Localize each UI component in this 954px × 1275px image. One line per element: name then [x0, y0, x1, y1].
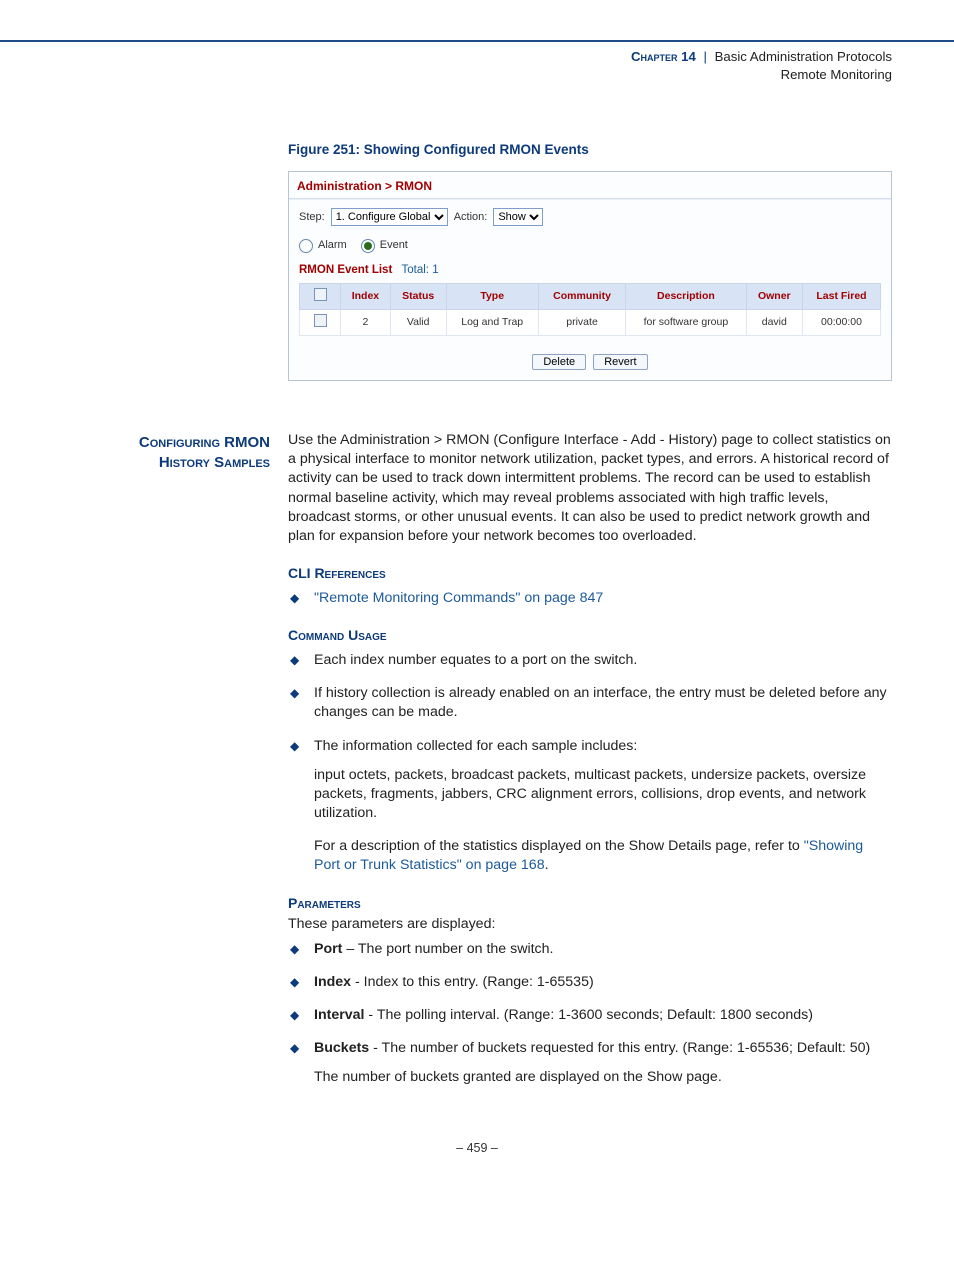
- param-interval-name: Interval: [314, 1007, 364, 1023]
- figure-caption: Figure 251: Showing Configured RMON Even…: [288, 141, 892, 159]
- event-label: Event: [380, 238, 408, 253]
- col-community: Community: [538, 283, 625, 309]
- list-item: Port – The port number on the switch.: [288, 940, 892, 959]
- param-index-desc: - Index to this entry. (Range: 1-65535): [351, 974, 594, 990]
- col-type: Type: [446, 283, 538, 309]
- side-heading-line1: Configuring RMON: [139, 434, 270, 451]
- page-footer: – 459 –: [62, 1140, 892, 1157]
- list-item: Buckets - The number of buckets requeste…: [288, 1039, 892, 1087]
- action-select[interactable]: Show: [493, 208, 543, 226]
- event-list-title: RMON Event List Total: 1: [289, 257, 891, 283]
- chapter-subtitle: Remote Monitoring: [781, 67, 892, 82]
- params-heading: Parameters: [288, 894, 892, 913]
- cell-index: 2: [341, 309, 391, 335]
- button-bar: Delete Revert: [289, 346, 891, 380]
- chapter-label: Chapter 14: [631, 49, 696, 64]
- param-port-desc: – The port number on the switch.: [342, 941, 553, 957]
- step-select[interactable]: 1. Configure Global: [331, 208, 448, 226]
- side-heading: Configuring RMON History Samples: [62, 431, 270, 1101]
- separator: |: [700, 49, 711, 64]
- ref-tail: .: [545, 857, 549, 873]
- list-item: The information collected for each sampl…: [288, 737, 892, 876]
- action-label: Action:: [454, 210, 488, 225]
- step-action-row: Step: 1. Configure Global Action: Show: [289, 204, 891, 230]
- cell-description: for software group: [626, 309, 746, 335]
- alarm-radio[interactable]: [299, 239, 313, 253]
- revert-button[interactable]: Revert: [593, 354, 647, 370]
- param-buckets-note: The number of buckets granted are displa…: [314, 1068, 892, 1087]
- radio-row: Alarm Event: [289, 230, 891, 257]
- row-checkbox[interactable]: [314, 314, 327, 327]
- total-label: Total:: [402, 264, 430, 276]
- ref-lead: For a description of the statistics disp…: [314, 838, 804, 854]
- param-buckets-desc: - The number of buckets requested for th…: [369, 1040, 870, 1056]
- cli-heading: CLI References: [288, 564, 892, 583]
- param-index-name: Index: [314, 974, 351, 990]
- intro-paragraph: Use the Administration > RMON (Configure…: [288, 431, 892, 546]
- divider: [289, 198, 891, 200]
- cell-last-fired: 00:00:00: [802, 309, 880, 335]
- param-buckets-name: Buckets: [314, 1040, 369, 1056]
- param-interval-desc: - The polling interval. (Range: 1-3600 s…: [364, 1007, 813, 1023]
- param-port-name: Port: [314, 941, 342, 957]
- select-all-checkbox[interactable]: [314, 288, 327, 301]
- panel-breadcrumb: Administration > RMON: [289, 172, 891, 198]
- list-item: Each index number equates to a port on t…: [288, 651, 892, 670]
- list-title-text: RMON Event List: [299, 264, 392, 276]
- event-table: Index Status Type Community Description …: [299, 283, 881, 336]
- cli-link[interactable]: "Remote Monitoring Commands" on page 847: [314, 590, 603, 606]
- usage-item3-body: input octets, packets, broadcast packets…: [314, 766, 892, 824]
- cell-status: Valid: [390, 309, 446, 335]
- alarm-label: Alarm: [318, 238, 347, 253]
- list-item: If history collection is already enabled…: [288, 684, 892, 722]
- col-status: Status: [390, 283, 446, 309]
- cell-owner: david: [746, 309, 802, 335]
- table-row: 2 Valid Log and Trap private for softwar…: [300, 309, 881, 335]
- cell-type: Log and Trap: [446, 309, 538, 335]
- event-radio[interactable]: [361, 239, 375, 253]
- params-intro: These parameters are displayed:: [288, 915, 892, 934]
- col-description: Description: [626, 283, 746, 309]
- col-last-fired: Last Fired: [802, 283, 880, 309]
- usage-item3-lead: The information collected for each sampl…: [314, 738, 637, 754]
- col-owner: Owner: [746, 283, 802, 309]
- step-label: Step:: [299, 210, 325, 225]
- rmon-events-panel: Administration > RMON Step: 1. Configure…: [288, 171, 892, 381]
- list-item: Index - Index to this entry. (Range: 1-6…: [288, 973, 892, 992]
- running-head: Chapter 14 | Basic Administration Protoc…: [0, 42, 954, 103]
- main-column: Use the Administration > RMON (Configure…: [288, 431, 892, 1101]
- delete-button[interactable]: Delete: [532, 354, 586, 370]
- usage-heading: Command Usage: [288, 626, 892, 645]
- table-header-row: Index Status Type Community Description …: [300, 283, 881, 309]
- list-item: Interval - The polling interval. (Range:…: [288, 1006, 892, 1025]
- side-heading-line2: History Samples: [159, 454, 270, 471]
- list-item: "Remote Monitoring Commands" on page 847: [288, 589, 892, 608]
- chapter-title: Basic Administration Protocols: [715, 49, 892, 64]
- cell-community: private: [538, 309, 625, 335]
- col-index: Index: [341, 283, 391, 309]
- usage-item3-ref: For a description of the statistics disp…: [314, 837, 892, 875]
- total-value: 1: [432, 264, 438, 276]
